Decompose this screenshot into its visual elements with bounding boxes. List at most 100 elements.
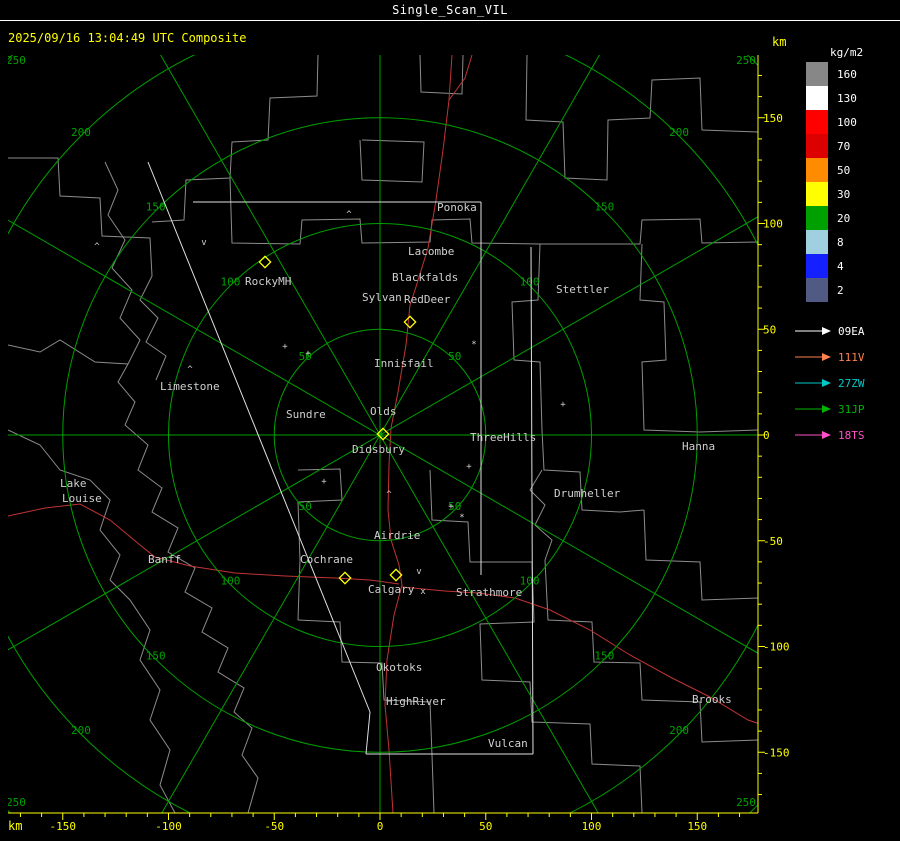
colorbar-swatch [806,254,828,278]
scan-sector-outline [530,246,534,755]
range-ring-label: 50 [448,350,461,363]
county-boundary-line [529,469,553,561]
county-boundary-line [419,55,464,95]
county-boundary-line [359,139,425,183]
track-arrow-icon [795,431,831,439]
map-canvas[interactable]: 505050 50100100100 100150150150 15020020020… [0,0,900,841]
city-label: Calgary [368,583,415,596]
point-marker: ^ [187,365,193,375]
colorbar-value: 130 [837,91,857,105]
point-marker: + [305,349,311,359]
range-ring-label: 200 [669,724,689,737]
city-label: Sundre [286,408,326,421]
county-boundary-line [104,161,259,813]
colorbar-value: 2 [837,283,844,297]
highway-line [8,503,400,585]
point-marker: ^ [386,490,392,500]
range-ring-label: 250 [736,796,756,809]
city-label: Limestone [160,380,220,393]
point-marker: ^ [94,242,100,252]
county-boundary-line [229,177,758,245]
point-marker: ^ [346,210,352,220]
county-boundary-line [479,561,643,813]
city-label: HighRiver [386,695,446,708]
city-label: Airdrie [374,529,420,542]
storm-track-entry: 27ZW [794,370,865,396]
county-boundary-line [297,468,343,621]
scan-sector-outline [147,161,371,713]
colorbar-entry: 30 [806,182,857,206]
colorbar-swatch [806,86,828,110]
range-ring-label: 150 [146,649,166,662]
colorbar-value: 160 [837,67,857,81]
range-ring-label: 100 [520,275,540,288]
colorbar-value: 70 [837,139,851,153]
bottom-axis-tick-label: 50 [479,820,492,833]
range-ring-label: 250 [6,54,26,67]
range-ring-label: 200 [71,724,91,737]
point-marker: v [416,567,421,577]
county-boundary-line [8,157,167,381]
right-axis-tick-label: -100 [763,641,790,654]
range-ring-label: 100 [221,575,241,588]
range-ring-label: 250 [6,796,26,809]
colorbar-value: 100 [837,115,857,129]
range-ring-label: 150 [594,649,614,662]
track-arrow-icon [795,405,831,413]
colorbar: 160 130 100 70 50 30 20 8 4 2 [806,62,857,302]
colorbar-swatch [806,158,828,182]
range-ring-label: 150 [146,201,166,214]
city-label: Banff [148,553,181,566]
storm-track-entry: 18TS [794,422,865,448]
city-label: RockyMH [245,275,291,288]
point-marker: + [282,342,288,352]
bottom-axis-tick-label: -100 [155,820,182,833]
range-ring-label: 200 [71,126,91,139]
colorbar-swatch [806,278,828,302]
point-marker: * [459,513,464,523]
bottom-axis-tick-label: 100 [582,820,602,833]
point-marker: * [471,340,476,350]
right-axis-tick-label: -50 [763,535,783,548]
colorbar-entry: 2 [806,278,857,302]
point-marker: v [201,238,206,248]
city-label: Vulcan [488,737,528,750]
colorbar-entry: 4 [806,254,857,278]
county-boundary-line [639,243,758,433]
colorbar-value: 30 [837,187,851,201]
colorbar-entry: 100 [806,110,857,134]
storm-track-entry: 31JP [794,396,865,422]
city-label: Lake [60,477,87,490]
colorbar-value: 4 [837,259,844,273]
track-arrow-icon [795,327,831,335]
county-boundary-line [643,509,758,601]
city-label: ThreeHills [470,431,536,444]
colorbar-entry: 160 [806,62,857,86]
city-label: Drumheller [554,487,621,500]
bottom-axis-tick-label: -150 [50,820,77,833]
point-marker: + [466,462,472,472]
bottom-axis-tick-label: 150 [687,820,707,833]
county-boundary-line [151,55,319,223]
city-label: Lacombe [408,245,454,258]
track-arrow-icon [795,353,831,361]
city-label: Stettler [556,283,609,296]
city-label: Didsbury [352,443,405,456]
colorbar-swatch [806,110,828,134]
city-label: Olds [370,405,397,418]
right-axis-tick-label: 100 [763,218,783,231]
bottom-axis-tick-label: 0 [377,820,384,833]
colorbar-value: 50 [837,163,851,177]
track-id-label: 18TS [838,428,865,442]
county-boundary-line [8,429,176,813]
city-label: Strathmore [456,586,522,599]
point-marker: + [321,477,327,487]
county-boundary-line [297,619,435,813]
right-axis-tick-label: -150 [763,746,790,759]
colorbar-title: kg/m2 [830,46,864,59]
scan-sector-outline [365,711,371,755]
radar-app-window: Single_Scan_VIL 2025/09/16 13:04:49 UTC … [0,0,900,841]
point-marker: + [448,502,454,512]
city-label: Okotoks [376,661,422,674]
colorbar-entry: 50 [806,158,857,182]
